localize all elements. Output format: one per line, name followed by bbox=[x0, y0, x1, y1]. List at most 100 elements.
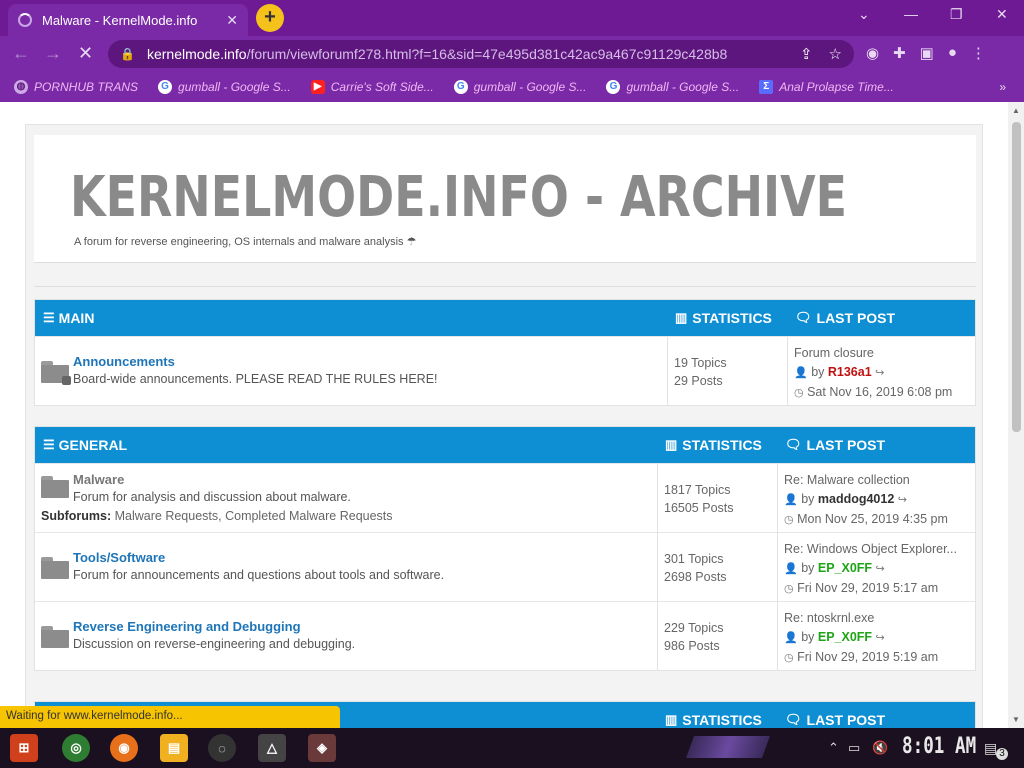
goto-post-icon[interactable]: ↪ bbox=[898, 494, 907, 506]
web-page: KERNELMODE.INFO - ARCHIVE A forum for re… bbox=[0, 102, 1008, 744]
loading-status: Waiting for www.kernelmode.info... bbox=[0, 706, 340, 728]
forum-description: Forum for analysis and discussion about … bbox=[73, 490, 351, 504]
app-network-icon[interactable]: ◈ bbox=[308, 734, 336, 762]
folder-icon bbox=[41, 476, 69, 498]
goto-post-icon[interactable]: ↪ bbox=[875, 367, 884, 379]
post-count: 29 Posts bbox=[674, 374, 723, 388]
bookmark-item[interactable]: ◍ PORNHUB TRANS bbox=[14, 80, 138, 94]
last-post-title[interactable]: Re: ntoskrnl.exe bbox=[784, 609, 938, 628]
statistics-header: STATISTICS bbox=[682, 712, 762, 728]
post-count: 2698 Posts bbox=[664, 570, 727, 584]
section-title[interactable]: GENERAL bbox=[59, 437, 127, 453]
address-bar[interactable]: 🔒 kernelmode.info/forum/viewforumf278.ht… bbox=[108, 40, 854, 68]
site-title[interactable]: KERNELMODE.INFO - ARCHIVE bbox=[70, 165, 847, 230]
forward-arrow-icon[interactable]: → bbox=[44, 43, 62, 64]
last-post-user[interactable]: maddog4012 bbox=[818, 492, 894, 506]
new-tab-button[interactable]: + bbox=[256, 4, 284, 32]
active-tab[interactable]: Malware - KernelMode.info ✕ bbox=[8, 4, 248, 36]
bookmarks-overflow-icon[interactable]: » bbox=[999, 80, 1006, 94]
side-panel-icon[interactable]: ▣ bbox=[920, 44, 934, 62]
taskbar: ⊞ ◎ ◉ ▤ ◌ △ ◈ ⌃ ▭ 🔇 8:01 AM ▤ 3 bbox=[0, 728, 1024, 768]
forum-row: Reverse Engineering and Debugging Discus… bbox=[35, 601, 975, 670]
file-explorer-icon[interactable]: ▤ bbox=[160, 734, 188, 762]
forum-row: Tools/Software Forum for announcements a… bbox=[35, 532, 975, 601]
last-post-title[interactable]: Re: Malware collection bbox=[784, 471, 948, 490]
taskbar-decoration bbox=[685, 736, 771, 758]
bar-chart-icon: ▥ bbox=[675, 310, 688, 325]
profile-icon[interactable]: ● bbox=[948, 44, 957, 62]
stop-loading-icon[interactable]: ✕ bbox=[78, 43, 93, 64]
folder-icon bbox=[41, 626, 69, 648]
bookmark-item[interactable]: G gumball - Google S... bbox=[606, 80, 739, 94]
tab-close-icon[interactable]: ✕ bbox=[226, 12, 238, 29]
goto-post-icon[interactable]: ↪ bbox=[876, 563, 885, 575]
bookmark-star-icon[interactable]: ☆ bbox=[829, 45, 842, 63]
firefox-icon[interactable]: ◉ bbox=[110, 734, 138, 762]
google-icon: G bbox=[606, 80, 621, 94]
last-post-title[interactable]: Re: Windows Object Explorer... bbox=[784, 540, 957, 559]
start-button-icon[interactable]: ⊞ bbox=[10, 734, 38, 762]
youtube-icon: ▶ bbox=[310, 80, 325, 94]
tab-search-chevron-icon[interactable]: ⌄ bbox=[858, 6, 870, 23]
bookmark-item[interactable]: G gumball - Google S... bbox=[158, 80, 291, 94]
bookmark-item[interactable]: ▶ Carrie's Soft Side... bbox=[310, 80, 434, 94]
section-title[interactable]: MAIN bbox=[59, 310, 95, 326]
minimize-icon[interactable]: — bbox=[904, 6, 918, 22]
clock-icon: ◷ bbox=[794, 387, 804, 399]
browser-toolbar: ← → ✕ 🔒 kernelmode.info/forum/viewforumf… bbox=[0, 36, 1024, 72]
site-description: A forum for reverse engineering, OS inte… bbox=[74, 236, 417, 248]
folder-icon bbox=[41, 557, 69, 579]
last-post-date: Mon Nov 25, 2019 4:35 pm bbox=[797, 512, 948, 526]
back-arrow-icon[interactable]: ← bbox=[12, 43, 30, 64]
window-close-icon[interactable]: ✕ bbox=[996, 6, 1008, 23]
sigma-icon: Σ bbox=[759, 80, 774, 94]
forum-row: Announcements Board-wide announcements. … bbox=[35, 336, 975, 405]
bookmarks-bar: ◍ PORNHUB TRANS G gumball - Google S... … bbox=[0, 72, 1024, 102]
extensions-puzzle-icon[interactable]: ✚ bbox=[893, 44, 906, 62]
subforums-label: Subforums: bbox=[41, 509, 112, 523]
restore-icon[interactable]: ❐ bbox=[950, 6, 963, 23]
tray-chevron-icon[interactable]: ⌃ bbox=[828, 740, 839, 756]
lock-icon[interactable]: 🔒 bbox=[120, 47, 135, 61]
bar-chart-icon: ▥ bbox=[665, 437, 678, 452]
user-icon: 👤 bbox=[784, 494, 798, 506]
bookmark-item[interactable]: Σ Anal Prolapse Time... bbox=[759, 80, 894, 94]
last-post-user[interactable]: EP_X0FF bbox=[818, 630, 872, 644]
forum-title-link[interactable]: Tools/Software bbox=[73, 550, 444, 565]
last-post-user[interactable]: EP_X0FF bbox=[818, 561, 872, 575]
taskbar-clock[interactable]: 8:01 AM bbox=[902, 734, 976, 759]
app-triangle-icon[interactable]: △ bbox=[258, 734, 286, 762]
user-icon: 👤 bbox=[784, 563, 798, 575]
forum-description: Board-wide announcements. PLEASE READ TH… bbox=[73, 372, 438, 386]
chrome-icon[interactable]: ◎ bbox=[62, 734, 90, 762]
bookmark-item[interactable]: G gumball - Google S... bbox=[453, 80, 586, 94]
scroll-down-icon[interactable]: ▼ bbox=[1012, 715, 1020, 724]
last-post-date: Fri Nov 29, 2019 5:19 am bbox=[797, 650, 939, 664]
topic-count: 229 Topics bbox=[664, 621, 724, 635]
forum-title-link[interactable]: Announcements bbox=[73, 354, 438, 369]
nav-strip bbox=[34, 273, 976, 287]
share-icon[interactable]: ⇪ bbox=[800, 45, 813, 63]
forum-title-link[interactable]: Reverse Engineering and Debugging bbox=[73, 619, 355, 634]
app-circle-icon[interactable]: ◌ bbox=[208, 734, 236, 762]
notification-count-badge: 3 bbox=[996, 748, 1008, 760]
menu-kebab-icon[interactable]: ⋮ bbox=[971, 44, 986, 62]
goto-post-icon[interactable]: ↪ bbox=[876, 632, 885, 644]
subforum-links[interactable]: Malware Requests, Completed Malware Requ… bbox=[115, 509, 393, 523]
page-scrollbar[interactable]: ▲ ▼ bbox=[1008, 102, 1024, 728]
last-post-header: LAST POST bbox=[806, 712, 886, 728]
last-post-user[interactable]: R136a1 bbox=[828, 365, 872, 379]
scroll-up-icon[interactable]: ▲ bbox=[1012, 106, 1020, 115]
last-post-date: Sat Nov 16, 2019 6:08 pm bbox=[807, 385, 953, 399]
last-post-date: Fri Nov 29, 2019 5:17 am bbox=[797, 581, 939, 595]
last-post-title[interactable]: Forum closure bbox=[794, 344, 952, 363]
loading-spinner-icon bbox=[18, 13, 32, 27]
clock-icon: ◷ bbox=[784, 583, 794, 595]
network-icon[interactable]: ▭ bbox=[848, 740, 860, 756]
extension-avatar-icon[interactable]: ◉ bbox=[866, 44, 879, 62]
forum-title-link[interactable]: Malware bbox=[73, 472, 351, 487]
user-icon: 👤 bbox=[794, 367, 808, 379]
list-icon: ☰ bbox=[43, 310, 55, 325]
volume-muted-icon[interactable]: 🔇 bbox=[872, 740, 888, 756]
scrollbar-thumb[interactable] bbox=[1012, 122, 1021, 432]
